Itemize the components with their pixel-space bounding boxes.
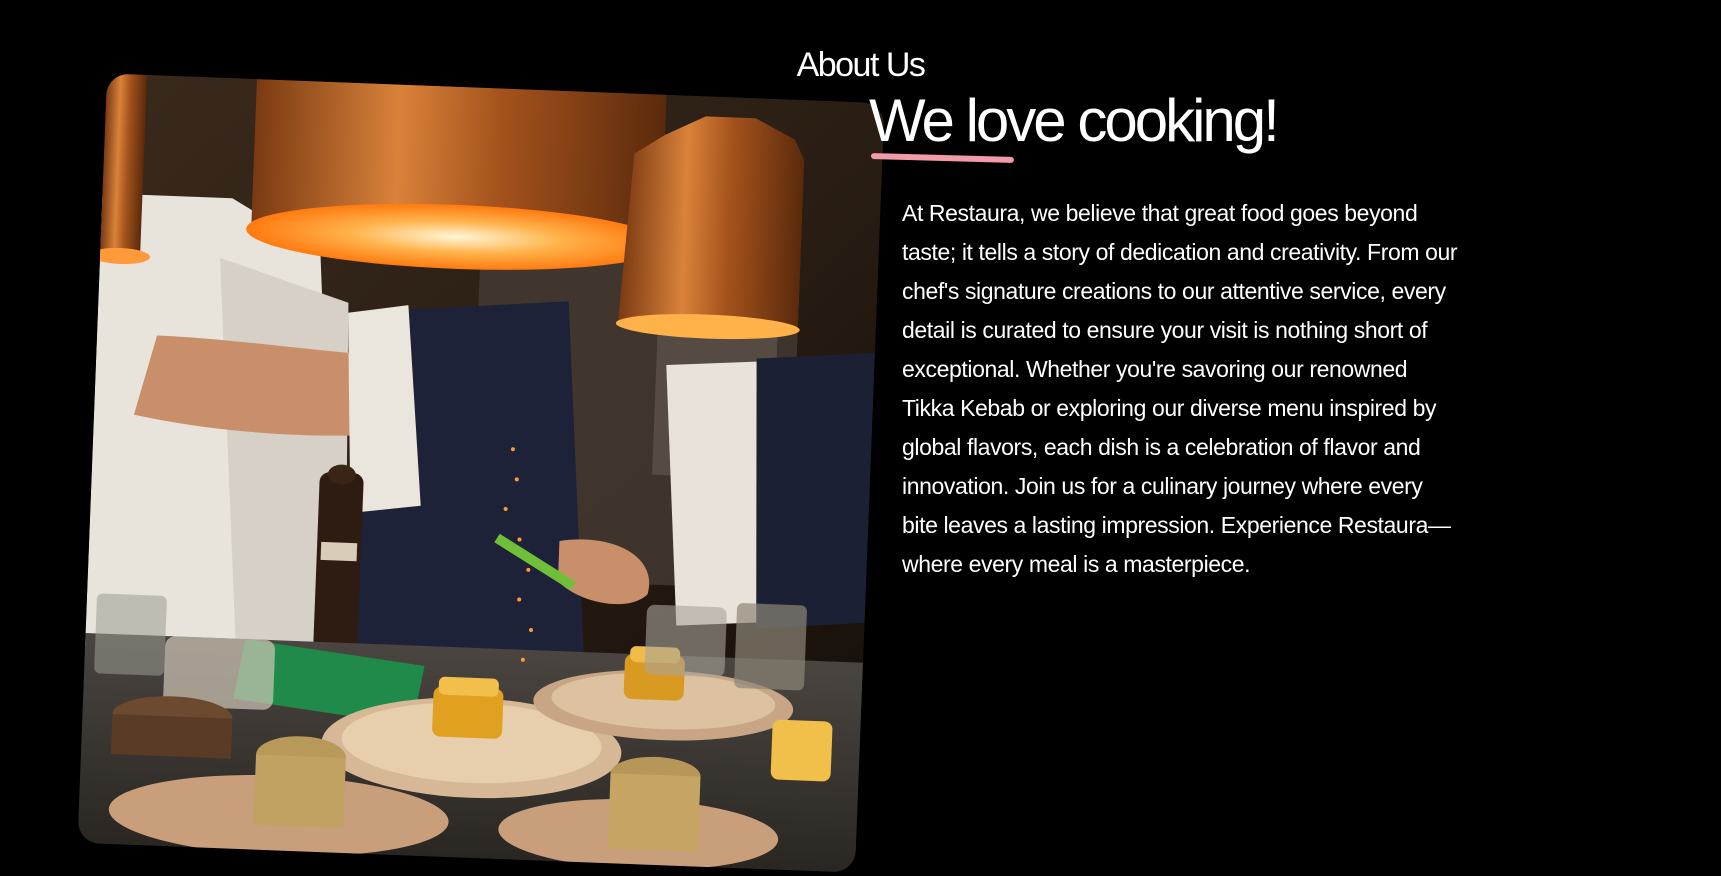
heading-underline-accent [870,153,1015,163]
about-heading: We love cooking! [869,87,1280,154]
kitchen-photo [77,73,885,873]
about-body-text: At Restaura, we believe that great food … [902,200,1458,577]
about-section: About Us We love cooking! At Restaura, w… [0,0,1721,876]
